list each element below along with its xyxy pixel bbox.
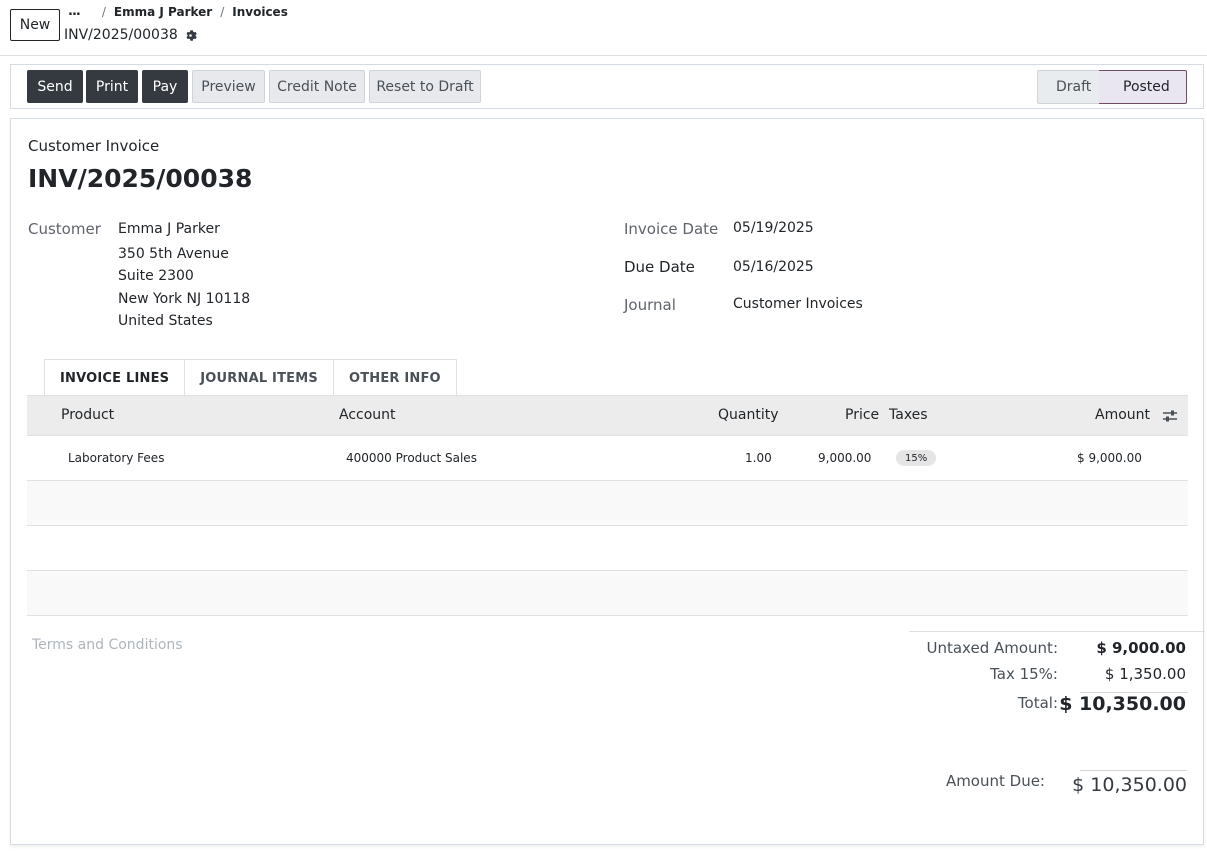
gear-icon[interactable]: [184, 29, 197, 42]
tab-journal-items[interactable]: JOURNAL ITEMS: [184, 359, 334, 396]
send-button[interactable]: Send: [27, 70, 83, 103]
column-product[interactable]: Product: [61, 407, 114, 423]
stage-draft-label: Draft: [1056, 79, 1092, 95]
control-panel: New ... / Emma J Parker / Invoices INV/2…: [0, 0, 1207, 56]
invoice-lines-table: Product Account Quantity Price Taxes Amo…: [27, 395, 1188, 616]
breadcrumb-separator: /: [101, 4, 106, 19]
record-name: INV/2025/00038: [64, 27, 178, 43]
print-button[interactable]: Print: [86, 70, 138, 103]
tax-badge[interactable]: 15%: [896, 450, 937, 466]
reset-to-draft-button[interactable]: Reset to Draft: [369, 70, 481, 103]
empty-row[interactable]: [27, 526, 1188, 571]
tax-label: Tax 15%:: [990, 665, 1058, 683]
address-line: United States: [118, 313, 213, 329]
invoice-date-field[interactable]: 05/19/2025: [733, 220, 814, 236]
cell-price[interactable]: 9,000.00: [818, 451, 871, 465]
invoice-date-label: Invoice Date: [624, 220, 719, 238]
stage-draft[interactable]: Draft: [1037, 69, 1126, 105]
table-header: Product Account Quantity Price Taxes Amo…: [27, 395, 1188, 436]
column-taxes[interactable]: Taxes: [889, 407, 928, 423]
table-row[interactable]: Laboratory Fees 400000 Product Sales 1.0…: [27, 436, 1188, 481]
credit-note-button[interactable]: Credit Note: [269, 70, 365, 103]
preview-button[interactable]: Preview: [192, 70, 265, 103]
empty-row[interactable]: [27, 571, 1188, 616]
amount-due-divider: [1080, 770, 1187, 771]
totals-divider: [909, 631, 1205, 632]
empty-row[interactable]: [27, 481, 1188, 526]
tab-invoice-lines[interactable]: INVOICE LINES: [44, 359, 186, 396]
tax-value: $ 1,350.00: [1104, 665, 1186, 683]
cell-amount: $ 9,000.00: [1077, 451, 1142, 465]
invoice-sheet: Customer Invoice INV/2025/00038 Customer…: [10, 118, 1205, 845]
untaxed-amount-label: Untaxed Amount:: [926, 639, 1059, 657]
cell-product[interactable]: Laboratory Fees: [68, 451, 164, 465]
breadcrumb-more-icon[interactable]: ...: [68, 4, 81, 19]
tab-other-info[interactable]: OTHER INFO: [332, 359, 457, 396]
cell-account[interactable]: 400000 Product Sales: [346, 451, 477, 465]
column-account[interactable]: Account: [339, 407, 396, 423]
address-line: Suite 2300: [118, 268, 194, 284]
optional-columns-icon[interactable]: [1162, 408, 1178, 428]
breadcrumb-customer[interactable]: Emma J Parker: [114, 5, 212, 19]
invoice-number: INV/2025/00038: [28, 164, 253, 193]
new-button[interactable]: New: [10, 9, 60, 41]
amount-due-label: Amount Due:: [945, 772, 1045, 790]
record-title: INV/2025/00038: [64, 27, 197, 43]
stage-posted-label: Posted: [1123, 79, 1170, 95]
breadcrumb-invoices[interactable]: Invoices: [232, 5, 288, 19]
status-bar: Send Print Pay Preview Credit Note Reset…: [10, 64, 1204, 109]
total-label: Total:: [1017, 694, 1058, 712]
pay-button[interactable]: Pay: [142, 70, 188, 103]
customer-name-link[interactable]: Emma J Parker: [118, 221, 220, 237]
due-date-label: Due Date: [624, 258, 695, 276]
total-value: $ 10,350.00: [1059, 693, 1186, 715]
address-line: New York NJ 10118: [118, 291, 251, 307]
breadcrumb: ... / Emma J Parker / Invoices: [68, 4, 288, 19]
journal-label: Journal: [624, 296, 676, 314]
address-line: 350 5th Avenue: [118, 246, 229, 262]
column-price[interactable]: Price: [845, 407, 879, 423]
amount-due-value: $ 10,350.00: [1072, 774, 1187, 796]
column-quantity[interactable]: Quantity: [718, 407, 779, 423]
untaxed-amount-value: $ 9,000.00: [1096, 639, 1186, 657]
customer-label: Customer: [28, 220, 101, 238]
journal-field[interactable]: Customer Invoices: [733, 296, 863, 312]
due-date-field[interactable]: 05/16/2025: [733, 259, 814, 275]
column-amount[interactable]: Amount: [1095, 407, 1150, 423]
notebook-tabs: INVOICE LINES JOURNAL ITEMS OTHER INFO: [44, 359, 457, 396]
stage-selector: Draft Posted: [1037, 69, 1187, 105]
breadcrumb-separator: /: [220, 4, 225, 19]
document-type: Customer Invoice: [28, 137, 160, 155]
terms-and-conditions-field[interactable]: Terms and Conditions: [32, 637, 183, 653]
cell-quantity[interactable]: 1.00: [745, 451, 772, 465]
